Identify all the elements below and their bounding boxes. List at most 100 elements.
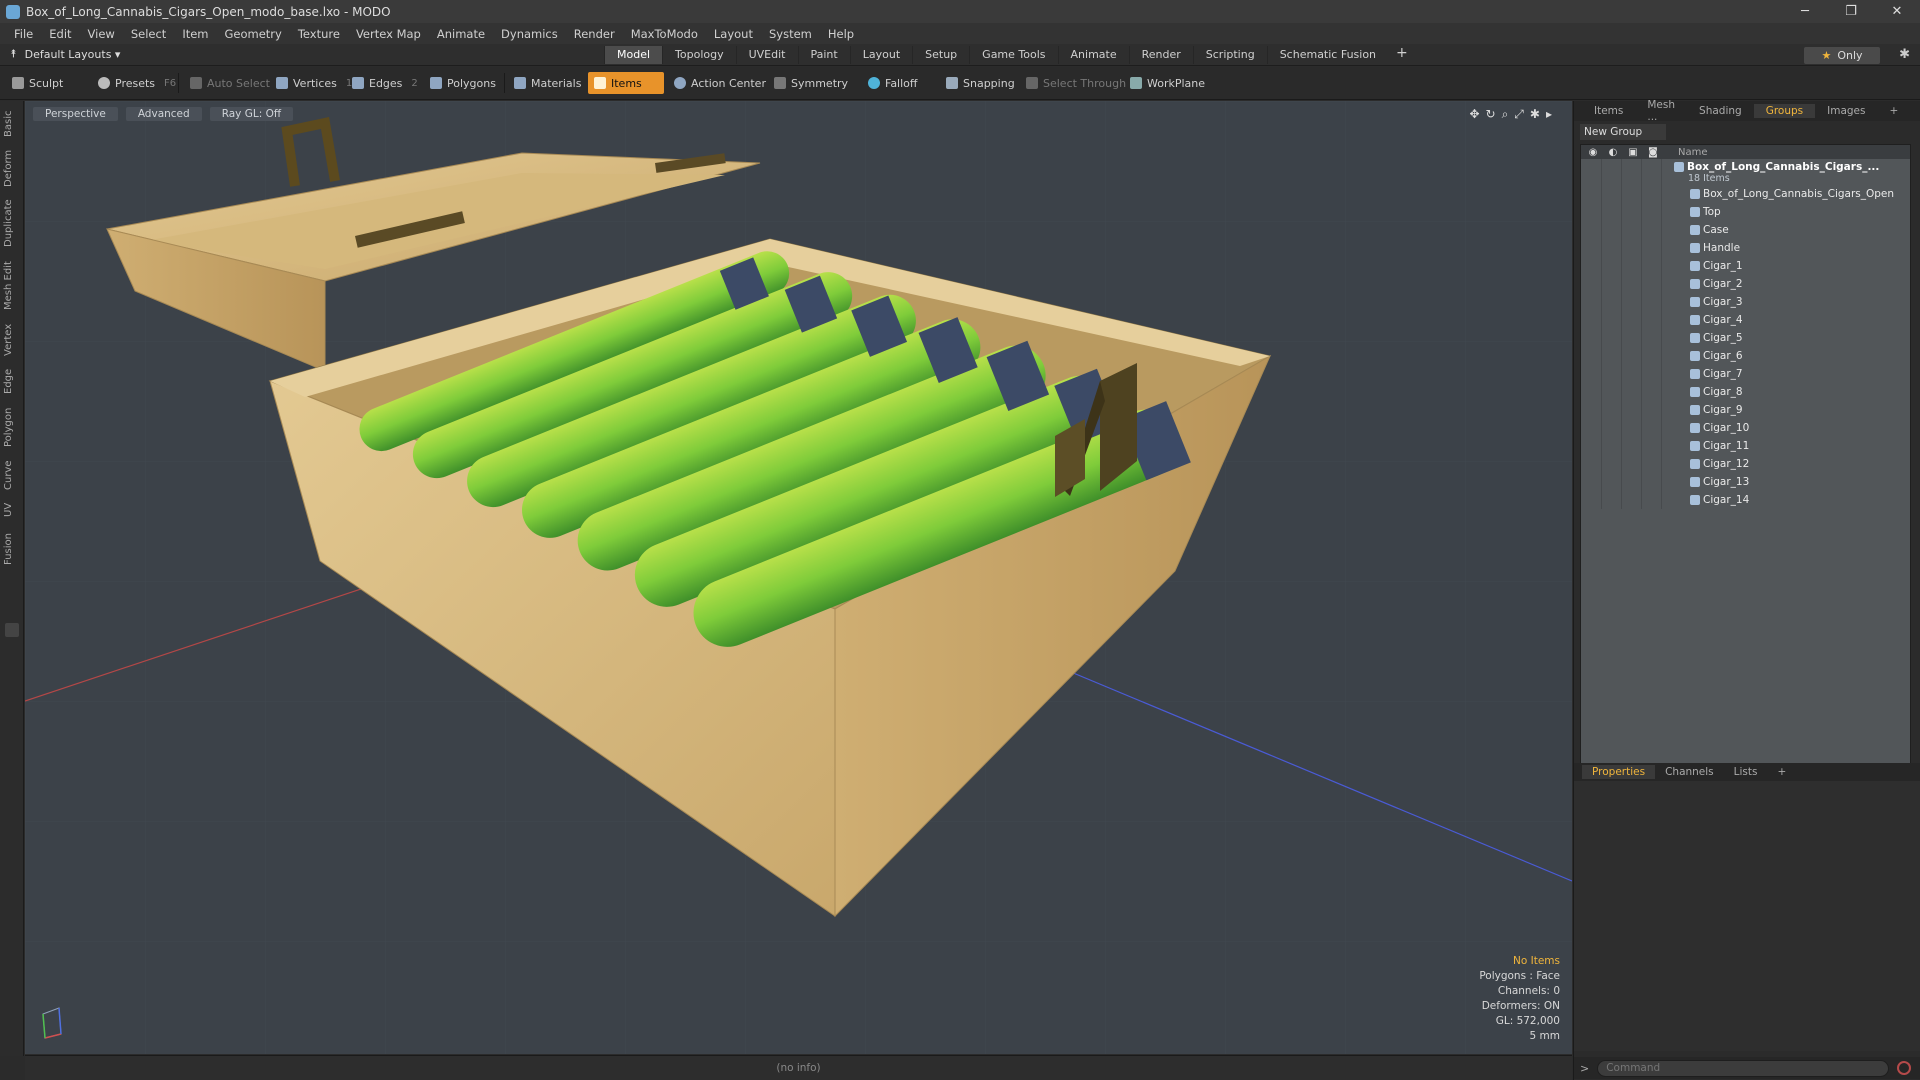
item-toggle[interactable]	[1644, 185, 1662, 203]
item-toggle[interactable]	[1604, 293, 1622, 311]
item-toggle[interactable]	[1604, 185, 1622, 203]
tab-lists[interactable]: Lists	[1724, 765, 1768, 779]
item-toggle[interactable]	[1584, 437, 1602, 455]
strip-tab-fusion[interactable]: Fusion	[3, 527, 21, 571]
item-toggle[interactable]	[1644, 365, 1662, 383]
item-toggle[interactable]	[1584, 419, 1602, 437]
polygons-button[interactable]: Polygons	[424, 72, 502, 94]
tab-items[interactable]: Items	[1582, 104, 1635, 118]
zoom-icon[interactable]: ⌕	[1502, 107, 1509, 122]
menu-item[interactable]: Item	[174, 27, 216, 41]
menu-animate[interactable]: Animate	[429, 27, 493, 41]
item-toggle[interactable]	[1624, 473, 1642, 491]
item-toggle[interactable]	[1584, 329, 1602, 347]
item-toggle[interactable]	[1644, 203, 1662, 221]
item-toggle[interactable]	[1604, 383, 1622, 401]
item-toggle[interactable]	[1584, 239, 1602, 257]
close-button[interactable]: ✕	[1874, 0, 1920, 23]
item-toggle[interactable]	[1604, 365, 1622, 383]
item-toggle[interactable]	[1584, 221, 1602, 239]
tab-scripting[interactable]: Scripting	[1192, 46, 1267, 64]
item-toggle[interactable]	[1604, 401, 1622, 419]
menu-dynamics[interactable]: Dynamics	[493, 27, 566, 41]
menu-view[interactable]: View	[80, 27, 123, 41]
item-toggle[interactable]	[1624, 347, 1642, 365]
group-item-row[interactable]: Cigar_5	[1581, 329, 1910, 347]
name-column-header[interactable]: Name	[1668, 147, 1708, 158]
strip-tab-mesh-edit[interactable]: Mesh Edit	[3, 257, 21, 315]
eye-column-icon[interactable]: ◉	[1584, 147, 1602, 158]
menu-vertex-map[interactable]: Vertex Map	[348, 27, 429, 41]
layouts-dropdown[interactable]: ⯭ Default Layouts ▾	[10, 47, 120, 61]
item-toggle[interactable]	[1604, 329, 1622, 347]
add-tab-icon[interactable]: +	[1877, 104, 1910, 119]
tab-layout[interactable]: Layout	[849, 46, 912, 64]
menu-maxtomodo[interactable]: MaxToModo	[623, 27, 706, 41]
strip-tab-duplicate[interactable]: Duplicate	[3, 195, 21, 251]
item-toggle[interactable]	[1584, 491, 1602, 509]
item-toggle[interactable]	[1644, 311, 1662, 329]
item-toggle[interactable]	[1604, 203, 1622, 221]
group-item-row[interactable]: Cigar_3	[1581, 293, 1910, 311]
item-toggle[interactable]	[1644, 329, 1662, 347]
item-toggle[interactable]	[1624, 329, 1642, 347]
lock-column-icon[interactable]: ▣	[1624, 147, 1642, 158]
item-toggle[interactable]	[1584, 347, 1602, 365]
item-toggle[interactable]	[1624, 185, 1642, 203]
item-toggle[interactable]	[1604, 347, 1622, 365]
strip-tab-curve[interactable]: Curve	[3, 457, 21, 493]
group-item-row[interactable]: Cigar_10	[1581, 419, 1910, 437]
item-toggle[interactable]	[1604, 437, 1622, 455]
item-toggle[interactable]	[1624, 491, 1642, 509]
item-toggle[interactable]	[1604, 491, 1622, 509]
strip-tab-basic[interactable]: Basic	[3, 107, 21, 141]
item-toggle[interactable]	[1624, 239, 1642, 257]
item-toggle[interactable]	[1644, 383, 1662, 401]
item-toggle[interactable]	[1624, 365, 1642, 383]
shading-dropdown[interactable]: Advanced	[125, 107, 202, 121]
item-toggle[interactable]	[1644, 455, 1662, 473]
eye-toggle[interactable]	[1584, 159, 1602, 185]
item-toggle[interactable]	[1584, 311, 1602, 329]
viewport-menu-arrow-icon[interactable]: ▸	[1546, 107, 1552, 122]
materials-button[interactable]: Materials	[508, 72, 587, 94]
item-toggle[interactable]	[1644, 491, 1662, 509]
group-item-row[interactable]: Cigar_12	[1581, 455, 1910, 473]
strip-toggle-button[interactable]	[5, 623, 19, 637]
viewport-gear-icon[interactable]: ✱	[1530, 107, 1540, 122]
select-toggle[interactable]	[1644, 159, 1662, 185]
strip-tab-vertex[interactable]: Vertex	[3, 321, 21, 359]
3d-viewport[interactable]: Perspective Advanced Ray GL: Off ✥ ↻ ⌕ ⤢…	[25, 101, 1572, 1054]
tab-groups[interactable]: Groups	[1753, 104, 1816, 118]
item-toggle[interactable]	[1644, 419, 1662, 437]
menu-texture[interactable]: Texture	[290, 27, 348, 41]
item-toggle[interactable]	[1644, 293, 1662, 311]
new-group-button[interactable]: New Group	[1580, 124, 1666, 140]
item-toggle[interactable]	[1604, 473, 1622, 491]
add-tab-plus-icon[interactable]: +	[1388, 46, 1416, 64]
tab-topology[interactable]: Topology	[662, 46, 736, 64]
tab-uvedit[interactable]: UVEdit	[735, 46, 798, 64]
tab-images[interactable]: Images	[1815, 104, 1877, 118]
menu-edit[interactable]: Edit	[41, 27, 79, 41]
item-toggle[interactable]	[1604, 239, 1622, 257]
group-item-row[interactable]: Cigar_7	[1581, 365, 1910, 383]
group-item-row[interactable]: Handle	[1581, 239, 1910, 257]
group-item-row[interactable]: Cigar_6	[1581, 347, 1910, 365]
item-toggle[interactable]	[1584, 401, 1602, 419]
menu-render[interactable]: Render	[566, 27, 623, 41]
falloff-button[interactable]: Falloff	[862, 72, 923, 94]
group-item-row[interactable]: Case	[1581, 221, 1910, 239]
item-toggle[interactable]	[1644, 257, 1662, 275]
gear-icon[interactable]: ✱	[1899, 47, 1910, 62]
menu-file[interactable]: File	[6, 27, 41, 41]
minimize-button[interactable]: ─	[1782, 0, 1828, 23]
group-item-row[interactable]: Cigar_1	[1581, 257, 1910, 275]
group-row[interactable]: Box_of_Long_Cannabis_Cigars_... 18 Items	[1581, 159, 1910, 185]
item-toggle[interactable]	[1584, 455, 1602, 473]
item-toggle[interactable]	[1644, 401, 1662, 419]
tab-schematic-fusion[interactable]: Schematic Fusion	[1266, 46, 1388, 64]
item-toggle[interactable]	[1624, 437, 1642, 455]
select-column-icon[interactable]: ◙	[1644, 147, 1662, 158]
tab-shading[interactable]: Shading	[1687, 104, 1754, 118]
